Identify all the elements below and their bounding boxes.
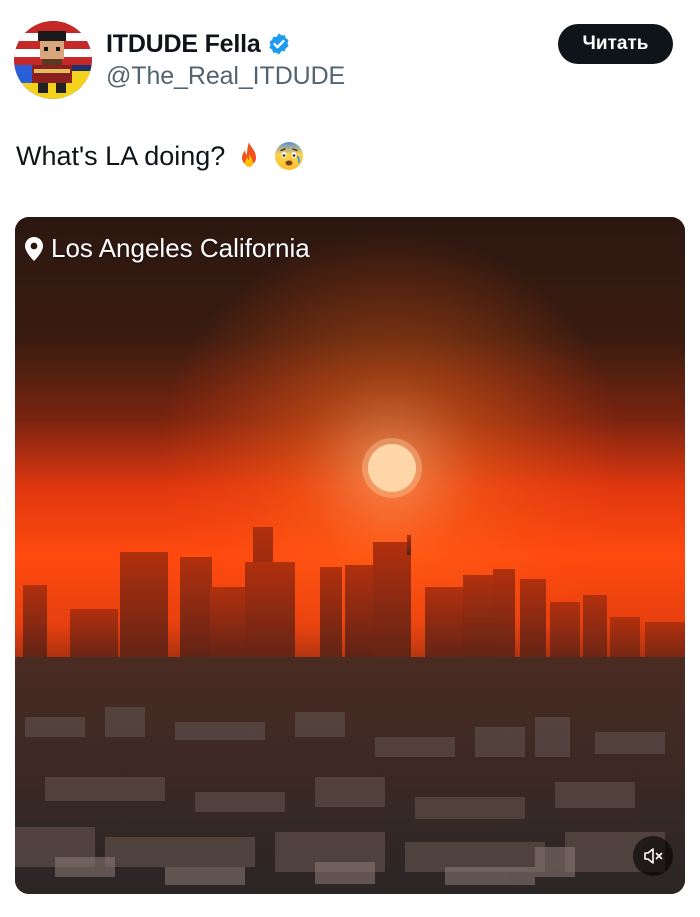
tweet-body: What's LA doing? — [16, 140, 226, 171]
tweet-card: ITDUDE Fella @The_Real_ITDUDE Читать Wha… — [0, 0, 700, 917]
la-skyline-scene — [15, 217, 685, 894]
avatar[interactable] — [14, 21, 92, 99]
follow-button[interactable]: Читать — [558, 24, 673, 64]
map-pin-icon — [25, 236, 43, 261]
verified-badge-icon — [267, 32, 291, 56]
media-video[interactable]: Los Angeles California — [15, 217, 685, 894]
mute-button[interactable] — [633, 836, 673, 876]
author-name-row[interactable]: ITDUDE Fella — [106, 28, 291, 60]
location-label: Los Angeles California — [51, 233, 310, 263]
author-handle[interactable]: @The_Real_ITDUDE — [106, 62, 345, 91]
display-name[interactable]: ITDUDE Fella — [106, 30, 261, 59]
fire-emoji-icon — [233, 140, 265, 172]
location-tag: Los Angeles California — [25, 233, 310, 264]
avatar-image — [14, 21, 92, 99]
muted-speaker-icon — [644, 848, 663, 864]
anxious-face-emoji-icon — [273, 140, 305, 172]
tweet-text: What's LA doing? — [16, 140, 305, 172]
